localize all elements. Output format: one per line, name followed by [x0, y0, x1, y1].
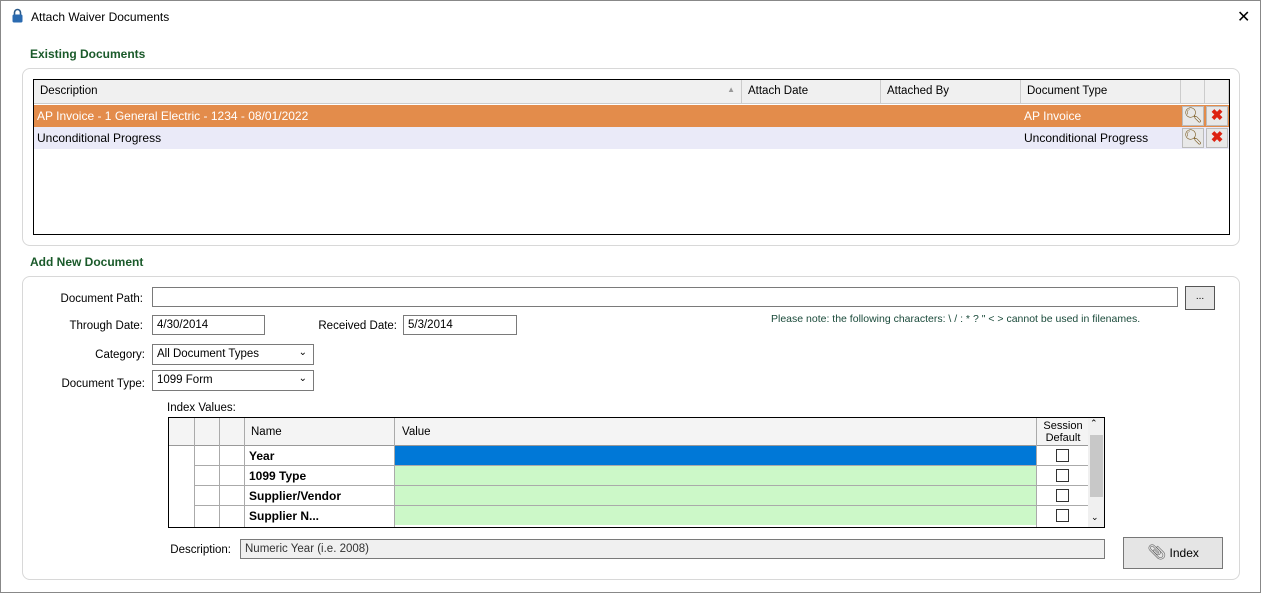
index-value-input[interactable] — [395, 506, 1036, 525]
col-view — [1181, 80, 1205, 104]
col-attach-date[interactable]: Attach Date — [742, 80, 881, 104]
index-row-name: Supplier N... — [249, 509, 320, 523]
scroll-up-icon[interactable]: ⌃ — [1090, 418, 1098, 429]
document-type-label: Document Type: — [61, 378, 145, 390]
index-button[interactable]: 📎︎ Index — [1123, 537, 1223, 569]
index-row-name: Supplier/Vendor — [249, 489, 342, 503]
scrollbar[interactable]: ⌃ ⌄ — [1088, 418, 1104, 527]
index-grid-header — [169, 418, 1088, 446]
session-default-checkbox[interactable] — [1056, 489, 1069, 502]
sort-asc-icon: ▲ — [727, 85, 735, 94]
through-date-input[interactable]: 4/30/2014 — [152, 315, 265, 335]
index-rows: Year 1099 Type Supplier/Vendor Supplier … — [195, 446, 1088, 527]
index-values-grid: Name Value Session Default Year 1099 Typ… — [168, 417, 1105, 528]
close-button[interactable]: ✕ — [1237, 7, 1250, 27]
view-icon[interactable]: 🔍︎ — [1182, 128, 1204, 148]
session-default-checkbox[interactable] — [1056, 449, 1069, 462]
chevron-down-icon: ⌄ — [298, 373, 307, 384]
lock-icon — [12, 8, 23, 23]
col-value: Value — [402, 426, 431, 438]
paperclip-icon: 📎︎ — [1147, 544, 1167, 561]
description-label: Description: — [170, 544, 231, 556]
index-button-label: Index — [1169, 546, 1199, 560]
index-values-label: Index Values: — [167, 402, 236, 414]
index-value-input[interactable] — [395, 486, 1036, 505]
scroll-thumb[interactable] — [1090, 435, 1103, 497]
document-type-select[interactable]: 1099 Form ⌄ — [152, 370, 314, 391]
col-session-default: Session Default — [1043, 420, 1083, 444]
window-title: Attach Waiver Documents — [31, 10, 170, 24]
add-new-document-heading: Add New Document — [30, 255, 144, 269]
index-row[interactable]: Year — [195, 446, 1088, 466]
received-date-label: Received Date: — [318, 320, 397, 332]
existing-documents-heading: Existing Documents — [30, 47, 146, 61]
category-label: Category: — [95, 349, 145, 361]
table-row[interactable]: Unconditional Progress Unconditional Pro… — [34, 127, 1229, 149]
category-select[interactable]: All Document Types ⌄ — [152, 344, 314, 365]
col-description[interactable]: Description ▲ — [34, 80, 742, 104]
delete-icon[interactable]: ✖ — [1206, 106, 1228, 126]
index-value-input[interactable] — [395, 466, 1036, 485]
scroll-down-icon[interactable]: ⌄ — [1091, 512, 1099, 523]
index-row-name: 1099 Type — [249, 469, 307, 483]
document-path-input[interactable] — [152, 287, 1178, 307]
description-field: Numeric Year (i.e. 2008) — [240, 539, 1105, 559]
index-row[interactable]: Supplier/Vendor — [195, 486, 1088, 506]
existing-documents-grid: Description ▲ Attach Date Attached By Doc… — [33, 79, 1230, 235]
through-date-label: Through Date: — [69, 320, 143, 332]
session-default-checkbox[interactable] — [1056, 469, 1069, 482]
index-row-name: Year — [249, 449, 275, 463]
index-value-input[interactable] — [395, 446, 1036, 465]
view-icon[interactable]: 🔍︎ — [1182, 106, 1204, 126]
index-row[interactable]: 1099 Type — [195, 466, 1088, 486]
col-delete — [1205, 80, 1229, 104]
chevron-down-icon: ⌄ — [298, 347, 307, 358]
session-default-checkbox[interactable] — [1056, 509, 1069, 522]
filename-note: Please note: the following characters: \… — [771, 313, 1141, 325]
col-name: Name — [251, 426, 282, 438]
col-attached-by[interactable]: Attached By — [881, 80, 1021, 104]
document-path-label: Document Path: — [60, 293, 143, 305]
delete-icon[interactable]: ✖ — [1206, 128, 1228, 148]
table-row[interactable]: AP Invoice - 1 General Electric - 1234 -… — [34, 105, 1229, 127]
browse-button[interactable]: ... — [1185, 286, 1215, 310]
col-document-type[interactable]: Document Type — [1021, 80, 1181, 104]
index-row[interactable]: Supplier N... — [195, 506, 1088, 526]
received-date-input[interactable]: 5/3/2014 — [403, 315, 517, 335]
